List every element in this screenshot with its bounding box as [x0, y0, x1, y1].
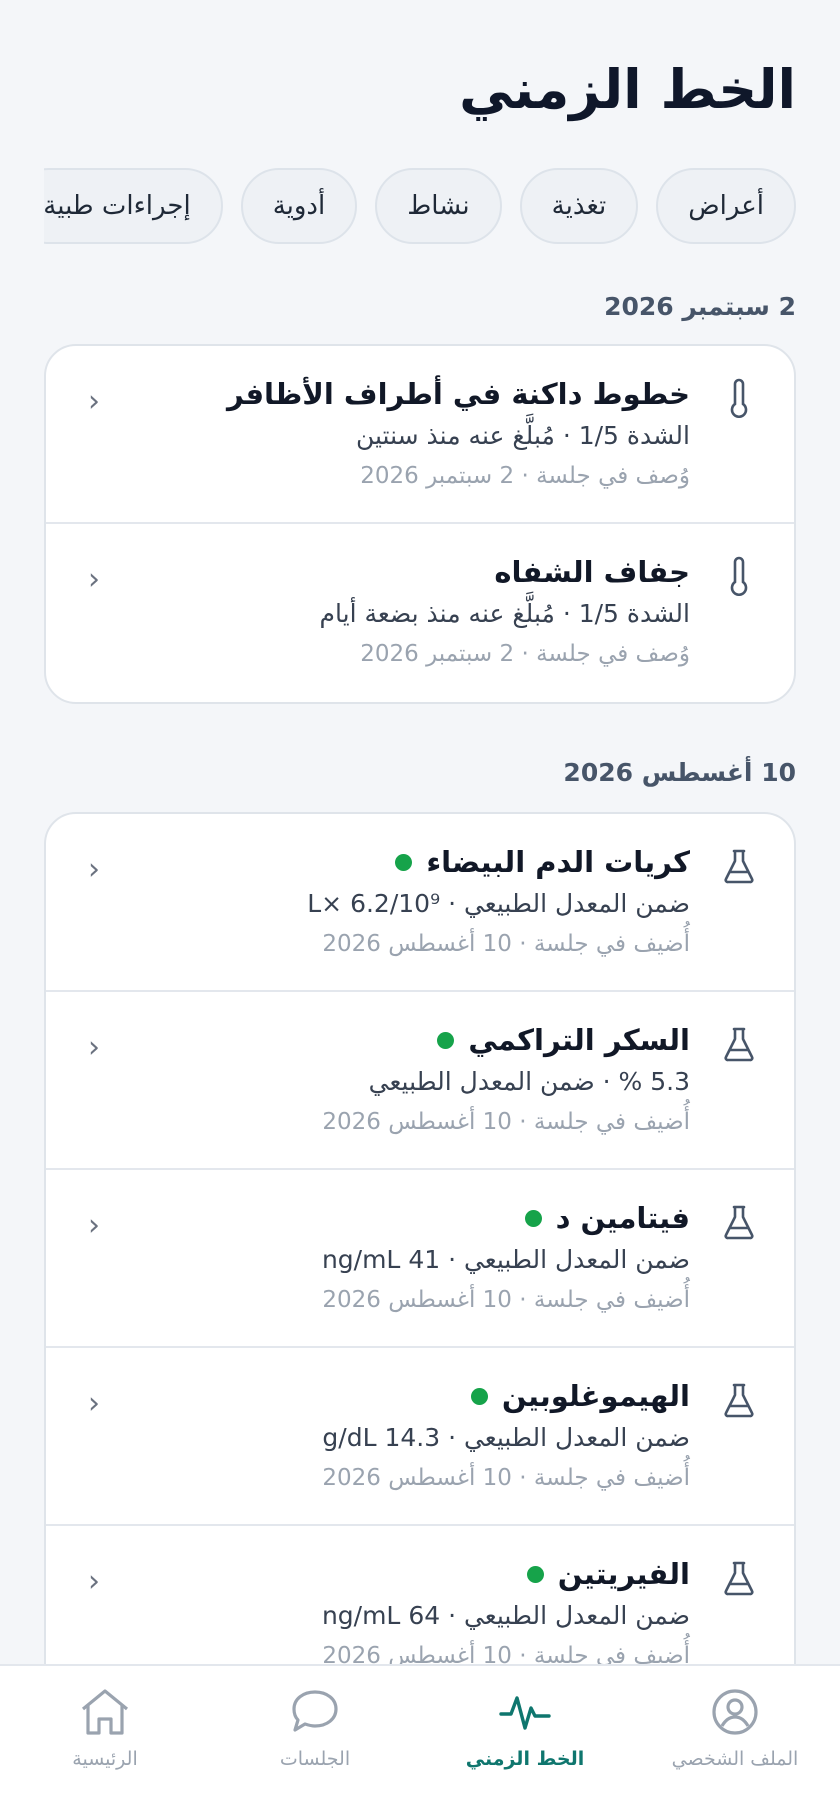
entry-subtitle: الشدة 1/5 · مُبلَّغ عنه منذ بضعة أيام — [319, 599, 690, 628]
entry-meta: أُضيف في جلسة · 10 أغسطس 2026 — [322, 1465, 690, 1491]
page-title: الخط الزمني — [459, 58, 797, 121]
tab-timeline[interactable]: الخط الزمني — [420, 1666, 630, 1818]
timeline-card: خطوط داكنة في أطراف الأظافر الشدة 1/5 · … — [44, 344, 796, 704]
entry-meta: أُضيف في جلسة · 10 أغسطس 2026 — [322, 931, 690, 957]
chevron-left-icon: ‹ — [88, 562, 100, 597]
profile-icon — [707, 1684, 763, 1740]
timeline-screen: الخط الزمني أعراض تغذية نشاط أدوية إجراء… — [0, 0, 840, 1818]
tab-home[interactable]: الرئيسية — [0, 1666, 210, 1818]
entry-meta: أُضيف في جلسة · 10 أغسطس 2026 — [322, 1109, 690, 1135]
flask-icon — [722, 1380, 756, 1420]
tab-label: الملف الشخصي — [671, 1748, 799, 1770]
filter-chips: أعراض تغذية نشاط أدوية إجراءات طبية — [44, 168, 796, 246]
entry-title: السكر التراكمي — [146, 1020, 690, 1060]
timeline-entry[interactable]: فيتامين د ضمن المعدل الطبيعي · 41 ng/mL … — [46, 1170, 794, 1348]
tab-label: الجلسات — [279, 1748, 351, 1770]
filter-chip-procedures[interactable]: إجراءات طبية — [44, 168, 223, 244]
entry-title: خطوط داكنة في أطراف الأظافر — [227, 377, 690, 411]
status-normal-dot — [524, 1209, 542, 1227]
tab-label: الخط الزمني — [465, 1748, 585, 1770]
entry-subtitle: 5.3 % · ضمن المعدل الطبيعي — [368, 1067, 690, 1096]
filter-chip-nutrition[interactable]: تغذية — [519, 168, 639, 244]
entry-title: كريات الدم البيضاء — [146, 842, 690, 882]
entry-subtitle: ضمن المعدل الطبيعي · 41 ng/mL — [321, 1245, 690, 1274]
chevron-left-icon: ‹ — [88, 1386, 100, 1421]
entry-title: فيتامين د — [146, 1198, 690, 1238]
filter-chip-activity[interactable]: نشاط — [375, 168, 502, 244]
entry-title: الهيموغلوبين — [146, 1376, 690, 1416]
flask-icon — [722, 846, 756, 886]
tab-sessions[interactable]: الجلسات — [210, 1666, 420, 1818]
status-normal-dot — [526, 1565, 544, 1583]
chat-icon — [287, 1684, 343, 1740]
entry-title: جفاف الشفاه — [494, 555, 690, 589]
entry-meta: وُصف في جلسة · 2 سبتمبر 2026 — [360, 463, 690, 489]
timeline-entry[interactable]: السكر التراكمي 5.3 % · ضمن المعدل الطبيع… — [46, 992, 794, 1170]
flask-icon — [722, 1558, 756, 1598]
status-normal-dot — [470, 1387, 488, 1405]
chevron-left-icon: ‹ — [88, 1208, 100, 1243]
timeline-entry[interactable]: كريات الدم البيضاء ضمن المعدل الطبيعي · … — [46, 814, 794, 992]
entry-subtitle: ضمن المعدل الطبيعي · 64 ng/mL — [321, 1601, 690, 1630]
chevron-left-icon: ‹ — [88, 1030, 100, 1065]
entry-meta: وُصف في جلسة · 2 سبتمبر 2026 — [360, 641, 690, 667]
thermometer-icon — [722, 556, 756, 596]
timeline-entry[interactable]: جفاف الشفاه الشدة 1/5 · مُبلَّغ عنه منذ … — [46, 524, 794, 702]
entry-subtitle: الشدة 1/5 · مُبلَّغ عنه منذ سنتين — [355, 421, 690, 450]
pulse-icon — [497, 1684, 553, 1740]
entry-subtitle: ضمن المعدل الطبيعي · 14.3 g/dL — [322, 1423, 690, 1452]
home-icon — [77, 1684, 133, 1740]
tab-profile[interactable]: الملف الشخصي — [630, 1666, 840, 1818]
section-date: 2 سبتمبر 2026 — [604, 292, 796, 321]
status-normal-dot — [395, 853, 413, 871]
timeline-entry[interactable]: الهيموغلوبين ضمن المعدل الطبيعي · 14.3 g… — [46, 1348, 794, 1526]
chevron-left-icon: ‹ — [88, 1564, 100, 1599]
entry-meta: أُضيف في جلسة · 10 أغسطس 2026 — [322, 1287, 690, 1313]
chevron-left-icon: ‹ — [88, 852, 100, 887]
entry-subtitle: ضمن المعدل الطبيعي · 10⁹/L× 6.2 — [307, 889, 690, 918]
chevron-left-icon: ‹ — [88, 384, 100, 419]
tab-label: الرئيسية — [72, 1748, 138, 1770]
bottom-tab-bar: الملف الشخصي الخط الزمني الجلسات الرئيسي… — [0, 1664, 840, 1818]
section-date: 10 أغسطس 2026 — [563, 758, 796, 787]
filter-chip-medications[interactable]: أدوية — [240, 168, 358, 244]
thermometer-icon — [722, 378, 756, 418]
timeline-entry[interactable]: خطوط داكنة في أطراف الأظافر الشدة 1/5 · … — [46, 346, 794, 524]
flask-icon — [722, 1024, 756, 1064]
entry-title: الفيريتين — [146, 1554, 690, 1594]
flask-icon — [722, 1202, 756, 1242]
status-normal-dot — [437, 1031, 455, 1049]
filter-chip-symptoms[interactable]: أعراض — [656, 168, 796, 244]
